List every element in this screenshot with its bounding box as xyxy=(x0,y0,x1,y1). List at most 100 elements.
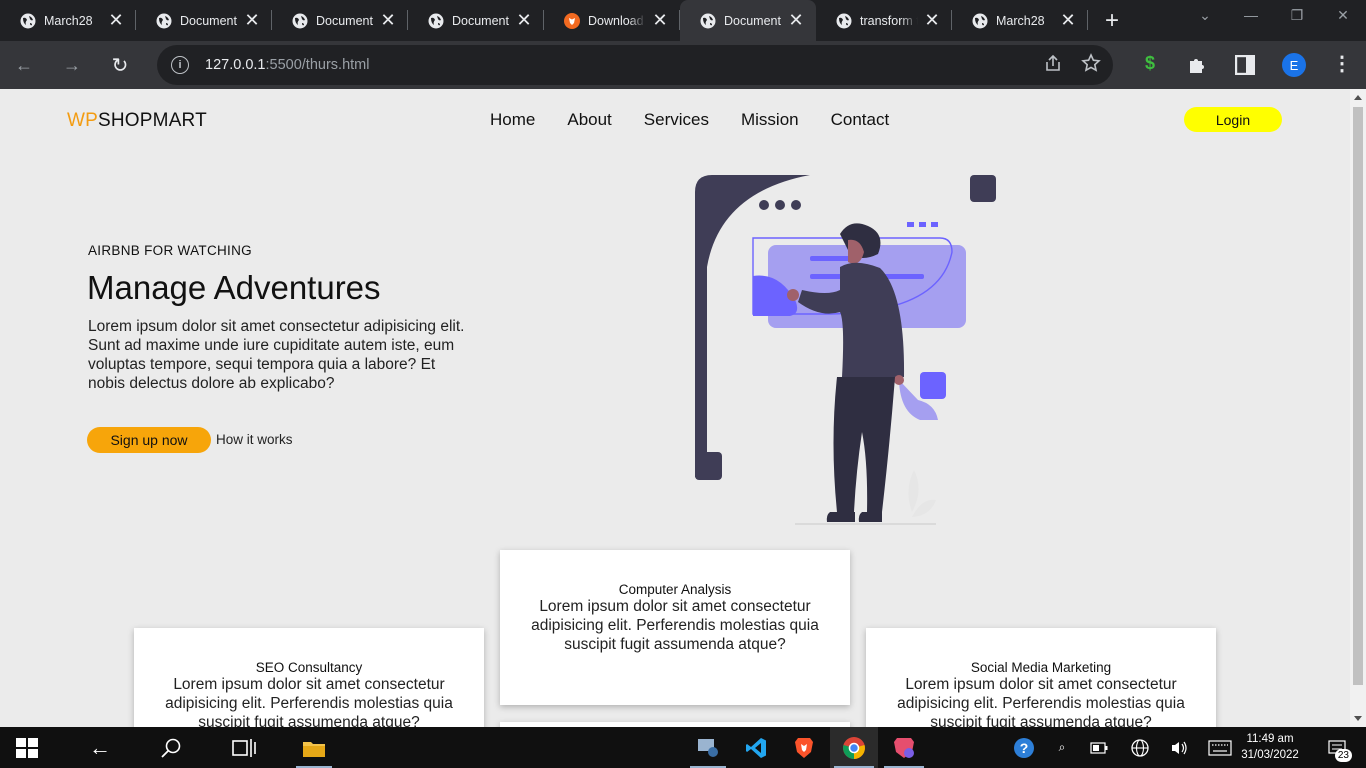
tab-title: Download I xyxy=(588,13,646,28)
brave-icon xyxy=(564,12,580,29)
globe-icon xyxy=(700,13,716,29)
extension-dollar-icon[interactable]: $ xyxy=(1140,53,1160,77)
card-title: SEO Consultancy xyxy=(255,660,363,675)
tab-close-icon[interactable]: ✕ xyxy=(514,10,534,31)
profile-avatar[interactable]: E xyxy=(1282,53,1306,77)
url-text[interactable]: 127.0.0.1:5500/thurs.html xyxy=(205,57,369,73)
card-title: Social Media Marketing xyxy=(970,660,1112,675)
help-icon[interactable]: ? xyxy=(1012,727,1036,768)
service-card-computer-analysis: Computer Analysis Lorem ipsum dolor sit … xyxy=(500,550,850,705)
tab-close-icon[interactable]: ✕ xyxy=(242,10,262,31)
side-panel-icon[interactable] xyxy=(1235,55,1255,75)
hero-illustration xyxy=(695,175,996,525)
scroll-thumb[interactable] xyxy=(1353,107,1363,685)
tab-close-icon[interactable]: ✕ xyxy=(106,10,126,31)
windows-start-icon[interactable] xyxy=(16,738,38,758)
nav-link-home[interactable]: Home xyxy=(490,110,535,130)
globe-icon xyxy=(20,13,36,29)
browser-tab[interactable]: Document ✕ xyxy=(272,0,408,41)
page-scrollbar[interactable] xyxy=(1350,89,1366,727)
address-bar[interactable]: i 127.0.0.1:5500/thurs.html xyxy=(157,45,1113,85)
card-text: Lorem ipsum dolor sit amet consectetur a… xyxy=(165,676,453,727)
globe-icon xyxy=(156,13,172,29)
back-icon[interactable]: ← xyxy=(86,727,114,768)
clock-date: 31/03/2022 xyxy=(1241,749,1299,761)
brave-nightly-icon[interactable] xyxy=(880,727,928,768)
clock-time: 11:49 am xyxy=(1246,733,1294,745)
nav-link-mission[interactable]: Mission xyxy=(741,110,799,130)
hero-eyebrow: AIRBNB FOR WATCHING xyxy=(88,243,252,258)
tab-close-icon[interactable]: ✕ xyxy=(786,10,806,31)
battery-icon[interactable] xyxy=(1090,742,1108,754)
hero-description: Lorem ipsum dolor sit amet consectetur a… xyxy=(88,318,465,392)
main-nav: Home About Services Mission Contact xyxy=(490,110,889,130)
tab-title: March28 xyxy=(996,13,1045,28)
tab-title: Document xyxy=(724,13,781,28)
brave-browser-icon[interactable] xyxy=(782,727,826,768)
volume-icon[interactable] xyxy=(1170,739,1188,757)
browser-tab[interactable]: Document ✕ xyxy=(680,0,816,41)
meet-now-icon[interactable]: ⌕ xyxy=(1052,727,1072,768)
tab-list: March28 ✕ Document ✕ Document ✕ Document ✕ Downl… xyxy=(0,0,1088,41)
reload-icon[interactable]: ↻ xyxy=(104,49,136,81)
restore-icon[interactable]: ❐ xyxy=(1274,0,1320,30)
how-it-works-link[interactable]: How it works xyxy=(216,432,293,447)
chrome-icon[interactable] xyxy=(830,727,878,768)
browser-tab[interactable]: Document ✕ xyxy=(408,0,544,41)
tab-search-icon[interactable]: ⌄ xyxy=(1182,0,1228,30)
card-text: Lorem ipsum dolor sit amet consectetur a… xyxy=(531,598,819,653)
signup-button[interactable]: Sign up now xyxy=(87,427,211,453)
tab-title: Document xyxy=(452,13,509,28)
keyboard-icon[interactable] xyxy=(1208,740,1232,756)
browser-tab[interactable]: March28 ✕ xyxy=(952,0,1088,41)
nav-link-about[interactable]: About xyxy=(567,110,611,130)
site-info-icon[interactable]: i xyxy=(171,56,189,74)
task-view-icon[interactable] xyxy=(232,737,256,759)
system-clock[interactable]: 11:49 am 31/03/2022 xyxy=(1240,731,1300,763)
app-icon-remote[interactable] xyxy=(686,727,730,768)
scroll-down-icon[interactable] xyxy=(1354,716,1362,721)
vscode-icon[interactable] xyxy=(734,727,778,768)
tab-close-icon[interactable]: ✕ xyxy=(1058,10,1078,31)
tab-title: March28 xyxy=(44,13,93,28)
tab-separator xyxy=(1087,10,1088,30)
card-title: Computer Analysis xyxy=(618,582,732,597)
new-tab-button[interactable]: + xyxy=(1094,0,1130,41)
tab-close-icon[interactable]: ✕ xyxy=(922,10,942,31)
site-logo[interactable]: WPSHOPMART xyxy=(67,110,207,132)
login-button[interactable]: Login xyxy=(1184,107,1282,132)
share-icon[interactable] xyxy=(1043,53,1063,73)
page-viewport: WPSHOPMART Home About Services Mission Conta… xyxy=(0,89,1350,727)
close-window-icon[interactable]: ✕ xyxy=(1320,0,1366,30)
nav-link-contact[interactable]: Contact xyxy=(831,110,890,130)
file-explorer-icon[interactable] xyxy=(292,727,336,768)
browser-tab[interactable]: Document ✕ xyxy=(136,0,272,41)
windows-taskbar: ← ? ⌕ 11:49 am 31/03/2022 23 xyxy=(0,727,1366,768)
nav-link-services[interactable]: Services xyxy=(644,110,709,130)
scroll-up-icon[interactable] xyxy=(1354,95,1362,100)
globe-icon xyxy=(292,13,308,29)
network-globe-icon[interactable] xyxy=(1130,738,1150,758)
back-arrow-icon[interactable]: ← xyxy=(8,49,40,81)
forward-arrow-icon[interactable]: → xyxy=(56,49,88,81)
globe-icon xyxy=(836,13,852,29)
globe-icon xyxy=(428,13,444,29)
extensions-puzzle-icon[interactable] xyxy=(1186,53,1210,77)
notification-center-icon[interactable]: 23 xyxy=(1322,727,1352,768)
browser-toolbar: ← → ↻ i 127.0.0.1:5500/thurs.html $ E ⋮ xyxy=(0,41,1366,89)
tab-title: Document xyxy=(180,13,237,28)
tab-close-icon[interactable]: ✕ xyxy=(650,10,670,31)
browser-tab[interactable]: Download I ✕ xyxy=(544,0,680,41)
service-card-seo: SEO Consultancy Lorem ipsum dolor sit am… xyxy=(134,628,484,727)
browser-tab[interactable]: transform t ✕ xyxy=(816,0,952,41)
service-card-social-media: Social Media Marketing Lorem ipsum dolor… xyxy=(866,628,1216,727)
menu-kebab-icon[interactable]: ⋮ xyxy=(1332,53,1352,77)
notification-count-badge: 23 xyxy=(1334,749,1352,762)
tab-close-icon[interactable]: ✕ xyxy=(378,10,398,31)
minimize-icon[interactable]: — xyxy=(1228,0,1274,30)
search-icon[interactable] xyxy=(160,737,182,759)
tab-title: transform t xyxy=(860,13,918,28)
bookmark-star-icon[interactable] xyxy=(1081,53,1101,73)
globe-icon xyxy=(972,13,988,29)
browser-tab[interactable]: March28 ✕ xyxy=(0,0,136,41)
